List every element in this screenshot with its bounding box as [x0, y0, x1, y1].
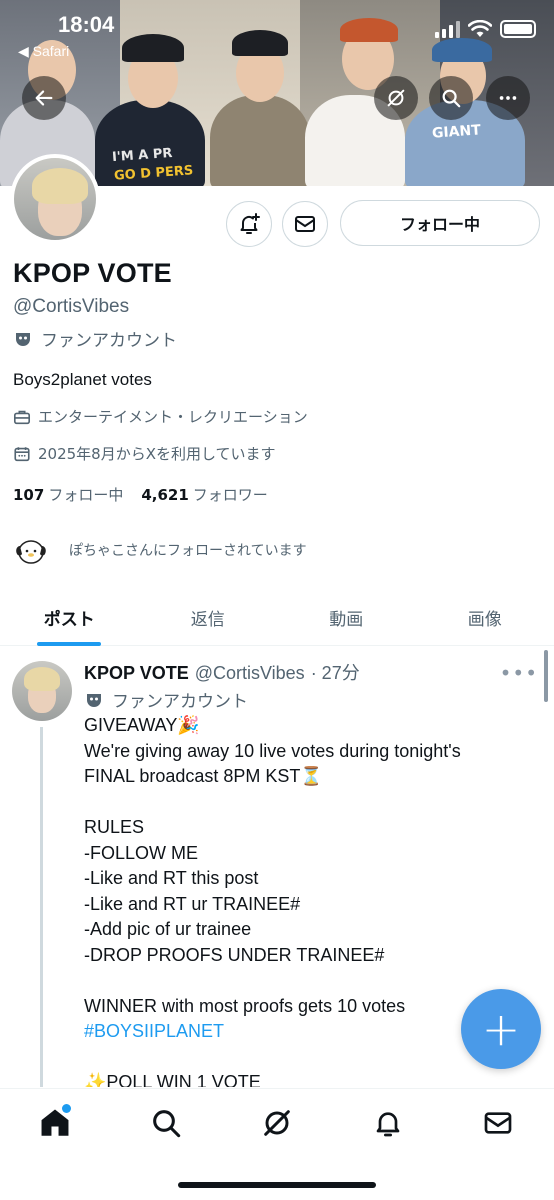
banner-cap	[432, 38, 492, 62]
tweet-line: -Like and RT ur TRAINEE#	[84, 893, 301, 914]
tweet-line: We're giving away 10 live votes during t…	[84, 740, 461, 761]
tweet-author-name[interactable]: KPOP VOTE	[84, 663, 189, 684]
followers-link[interactable]: 4,621 フォロワー	[141, 484, 267, 505]
following-label: フォロー中	[48, 486, 124, 504]
profile-handle: @CortisVibes	[13, 296, 130, 317]
following-link[interactable]: 107 フォロー中	[13, 484, 123, 505]
profile-name: KPOP VOTE	[13, 258, 172, 288]
followed-by[interactable]: ぽちゃこさんにフォローされています	[13, 532, 307, 568]
scrollbar[interactable]	[544, 650, 548, 702]
tweet-author-handle[interactable]: @CortisVibes	[195, 663, 305, 684]
following-count: 107	[13, 486, 45, 504]
grok-icon	[264, 1110, 290, 1136]
battery-icon	[500, 20, 536, 38]
fan-account-label[interactable]: ファンアカウント	[13, 326, 177, 351]
envelope-icon	[295, 216, 315, 232]
status-time: 18:04	[58, 12, 115, 37]
tweet-line: -Add pic of ur trainee	[84, 919, 252, 939]
tab-posts[interactable]: ポスト	[0, 590, 139, 645]
search-button[interactable]	[429, 76, 473, 120]
avatar-hair	[24, 667, 60, 691]
joined-text: 2025年8月からXを利用しています	[38, 445, 276, 463]
followers-count: 4,621	[141, 486, 189, 504]
tweet-time[interactable]: · 27分	[311, 659, 360, 685]
signal-icon	[435, 20, 460, 38]
nav-home[interactable]	[31, 1099, 79, 1147]
search-icon	[442, 89, 461, 108]
grok-icon	[387, 89, 405, 107]
more-button[interactable]	[486, 76, 530, 120]
nav-grok[interactable]	[253, 1099, 301, 1147]
tweet-more-icon[interactable]: •••	[500, 661, 538, 685]
follow-counts: 107 フォロー中 4,621 フォロワー	[13, 484, 268, 505]
followed-by-text: ぽちゃこさんにフォローされています	[69, 543, 307, 559]
back-to-safari[interactable]: ◀ Safari	[18, 43, 69, 60]
banner-cap	[232, 30, 288, 56]
wifi-icon	[468, 20, 492, 37]
tweet-line: -FOLLOW ME	[84, 842, 199, 863]
tweet-line: -DROP PROOFS UNDER TRAINEE#	[84, 944, 385, 965]
calendar-icon	[14, 446, 30, 461]
avatar-hair	[32, 168, 88, 204]
tweet-line: -Like and RT this post	[84, 868, 259, 888]
tweet-line: ✨POLL WIN 1 VOTE	[84, 1072, 261, 1087]
tab-replies[interactable]: 返信	[139, 590, 278, 645]
tweet-line: FINAL broadcast 8PM KST⏳	[84, 766, 323, 786]
tweet-fan-account-text: ファンアカウント	[112, 692, 248, 712]
thread-line	[40, 727, 43, 1087]
tweet-avatar[interactable]	[12, 661, 72, 721]
nav-search[interactable]	[142, 1099, 190, 1147]
tweet-line: GIVEAWAY🎉	[84, 715, 200, 735]
tweet-fan-account-label: ファンアカウント	[84, 687, 248, 712]
message-button[interactable]	[282, 201, 328, 247]
notification-dot	[62, 1104, 71, 1113]
fan-account-text: ファンアカウント	[41, 331, 177, 351]
bell-plus-icon	[240, 213, 260, 234]
follower-avatar-icon	[16, 540, 46, 564]
home-indicator	[178, 1182, 376, 1188]
category-text: エンターテイメント・レクリエーション	[38, 408, 308, 426]
compose-button[interactable]: +	[461, 989, 541, 1069]
banner-shirt-text: GIANT	[431, 122, 482, 142]
mask-icon	[16, 332, 30, 346]
banner-cap	[122, 34, 184, 62]
profile-category: エンターテイメント・レクリエーション	[13, 406, 308, 427]
mask-icon	[87, 693, 101, 707]
more-icon	[499, 96, 517, 100]
following-button[interactable]: フォロー中	[340, 200, 540, 246]
grok-button[interactable]	[374, 76, 418, 120]
messages-icon	[484, 1112, 512, 1134]
profile-avatar[interactable]	[10, 154, 100, 244]
back-button[interactable]	[22, 76, 66, 120]
banner-hair	[340, 18, 398, 42]
tab-videos[interactable]: 動画	[277, 590, 416, 645]
briefcase-icon	[13, 410, 31, 424]
tweet-line: RULES	[84, 817, 145, 837]
nav-notifications[interactable]	[364, 1099, 412, 1147]
profile-bio: Boys2planet votes	[13, 370, 152, 389]
status-icons	[435, 20, 536, 38]
back-arrow-icon	[35, 90, 53, 106]
tweet-header: KPOP VOTE @CortisVibes · 27分	[84, 659, 360, 685]
followers-label: フォロワー	[192, 486, 268, 504]
banner-person	[210, 95, 310, 186]
nav-messages[interactable]	[474, 1099, 522, 1147]
tweet-line	[84, 790, 534, 816]
tab-images[interactable]: 画像	[416, 590, 554, 645]
search-icon	[153, 1110, 181, 1138]
tweet-line	[84, 968, 534, 994]
profile-tabs: ポスト 返信 動画 画像	[0, 590, 554, 646]
notifications-icon	[376, 1112, 400, 1137]
notify-button[interactable]	[226, 201, 272, 247]
profile-joined: 2025年8月からXを利用しています	[13, 443, 276, 464]
